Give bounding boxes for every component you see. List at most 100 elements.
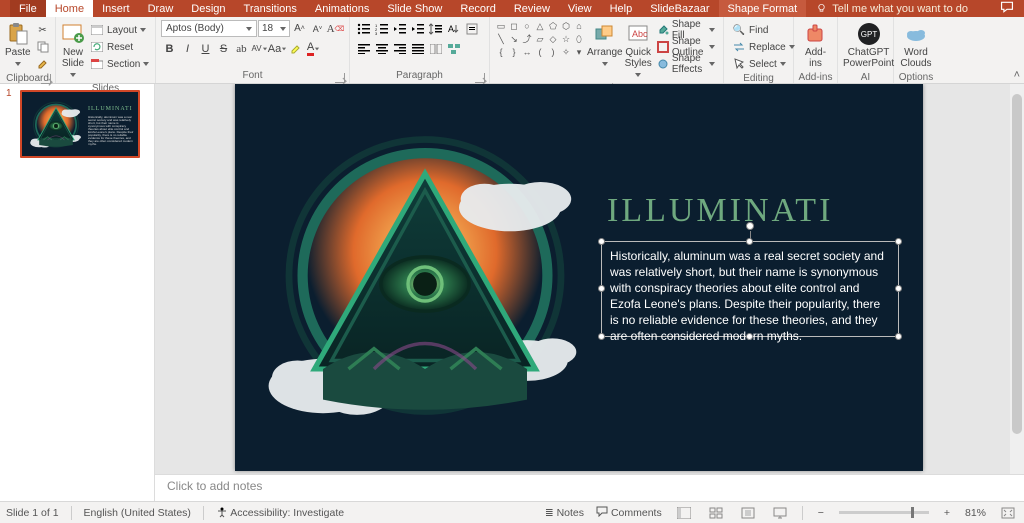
status-language[interactable]: English (United States) (84, 507, 191, 519)
quick-styles-button[interactable]: Abc Quick Styles (625, 20, 652, 82)
addins-button[interactable]: Add-ins (799, 20, 832, 71)
font-name-combo[interactable]: Aptos (Body) (161, 20, 257, 37)
slide-thumbnail-1[interactable]: 1 ILLUMINATI Historically, aluminum was … (8, 90, 146, 158)
collapse-ribbon-button[interactable]: ˄ (1014, 69, 1020, 81)
chatgpt-button[interactable]: GPT ChatGPT PowerPoint (843, 20, 894, 71)
format-painter-button[interactable] (33, 56, 53, 72)
tab-draw[interactable]: Draw (139, 0, 183, 17)
zoom-slider-handle[interactable] (911, 507, 914, 518)
resize-handle-s[interactable] (746, 333, 753, 340)
tab-shape-format[interactable]: Shape Format (719, 0, 807, 17)
section-button[interactable]: Section (87, 56, 152, 72)
rotate-handle[interactable] (746, 222, 754, 230)
resize-handle-ne[interactable] (895, 238, 902, 245)
cut-icon: ✂ (36, 23, 50, 37)
align-center-button[interactable] (373, 40, 390, 57)
layout-button[interactable]: Layout (87, 22, 152, 38)
shape-effects-button[interactable]: Shape Effects (654, 56, 718, 72)
change-case-button[interactable]: Aa (269, 40, 286, 57)
copy-button[interactable] (33, 39, 53, 55)
cut-button[interactable]: ✂ (33, 22, 53, 38)
comments-icon[interactable] (1000, 0, 1014, 17)
wordclouds-button[interactable]: Word Clouds (899, 20, 933, 71)
slide-viewport[interactable]: ILLUMINATI Historically, aluminum was a … (155, 84, 1024, 474)
font-color-button[interactable]: A (305, 40, 322, 57)
status-accessibility[interactable]: Accessibility: Investigate (216, 506, 344, 519)
slideshow-view-button[interactable] (770, 505, 790, 521)
tab-insert[interactable]: Insert (93, 0, 139, 17)
tab-animations[interactable]: Animations (306, 0, 378, 17)
slide-thumbnail-panel[interactable]: 1 ILLUMINATI Historically, aluminum was … (0, 84, 155, 501)
numbering-button[interactable]: 123 (373, 20, 390, 37)
tab-home[interactable]: Home (46, 0, 93, 17)
font-size-combo[interactable]: 18 (258, 20, 290, 37)
tab-slideshow[interactable]: Slide Show (378, 0, 451, 17)
resize-handle-se[interactable] (895, 333, 902, 340)
tab-transitions[interactable]: Transitions (235, 0, 306, 17)
underline-button[interactable]: U (197, 40, 214, 57)
resize-handle-n[interactable] (746, 238, 753, 245)
zoom-slider[interactable] (839, 511, 929, 514)
new-slide-button[interactable]: New Slide (61, 20, 85, 82)
bullets-button[interactable] (355, 20, 372, 37)
status-slide-number[interactable]: Slide 1 of 1 (6, 507, 59, 519)
tab-slidebazaar[interactable]: SlideBazaar (641, 0, 718, 17)
paste-button[interactable]: Paste (5, 20, 31, 71)
status-comments-button[interactable]: Comments (596, 506, 662, 519)
tab-design[interactable]: Design (182, 0, 234, 17)
arrange-button[interactable]: Arrange (587, 20, 623, 71)
zoom-in-button[interactable]: + (941, 507, 953, 519)
align-text-button[interactable] (463, 20, 480, 37)
replace-button[interactable]: Replace (729, 39, 798, 55)
scrollbar-thumb[interactable] (1012, 94, 1022, 434)
status-notes-button[interactable]: ≣ Notes (545, 507, 584, 519)
highlight-button[interactable] (287, 40, 304, 57)
resize-handle-e[interactable] (895, 285, 902, 292)
line-spacing-button[interactable] (427, 20, 444, 37)
justify-button[interactable] (409, 40, 426, 57)
text-direction-button[interactable]: A (445, 20, 462, 37)
resize-handle-sw[interactable] (598, 333, 605, 340)
tab-review[interactable]: Review (505, 0, 559, 17)
columns-button[interactable] (427, 40, 444, 57)
convert-smartart-button[interactable] (445, 40, 462, 57)
strike-button[interactable]: S (215, 40, 232, 57)
reset-button[interactable]: Reset (87, 39, 152, 55)
zoom-out-button[interactable]: − (815, 507, 827, 519)
resize-handle-nw[interactable] (598, 238, 605, 245)
zoom-value[interactable]: 81% (965, 507, 986, 519)
find-button[interactable]: 🔍Find (729, 22, 798, 38)
normal-view-button[interactable] (674, 505, 694, 521)
font-dialog-launcher[interactable] (335, 73, 345, 83)
slide-hero-image[interactable] (255, 114, 595, 454)
reading-view-button[interactable] (738, 505, 758, 521)
increase-indent-button[interactable] (409, 20, 426, 37)
resize-handle-w[interactable] (598, 285, 605, 292)
spacing-button[interactable]: AV (251, 40, 268, 57)
paragraph-dialog-launcher[interactable] (475, 73, 485, 83)
notes-pane[interactable]: Click to add notes (155, 474, 1024, 501)
clipboard-dialog-launcher[interactable] (41, 74, 51, 84)
tab-file[interactable]: File (10, 0, 46, 17)
select-button[interactable]: Select (729, 56, 798, 72)
decrease-indent-button[interactable] (391, 20, 408, 37)
align-left-button[interactable] (355, 40, 372, 57)
slide[interactable]: ILLUMINATI Historically, aluminum was a … (235, 84, 923, 471)
fit-to-window-button[interactable] (998, 505, 1018, 521)
tab-view[interactable]: View (559, 0, 601, 17)
clear-formatting-button[interactable]: A⌫ (327, 20, 344, 37)
tab-record[interactable]: Record (451, 0, 504, 17)
increase-font-button[interactable]: A˄ (291, 20, 308, 37)
shapes-gallery[interactable]: ▭◻○△⬠⬡⌂ ╲↘⤴▱◇☆⬯ {}↔()✧▾ (495, 20, 585, 58)
bold-button[interactable]: B (161, 40, 178, 57)
tell-me-search[interactable]: Tell me what you want to do (816, 3, 968, 15)
align-right-button[interactable] (391, 40, 408, 57)
decrease-font-button[interactable]: A˅ (309, 20, 326, 37)
vertical-scrollbar[interactable] (1010, 84, 1024, 474)
slide-textbox-selected[interactable]: Historically, aluminum was a real secret… (601, 241, 899, 337)
slide-title[interactable]: ILLUMINATI (607, 192, 833, 230)
shadow-button[interactable]: ab (233, 40, 250, 57)
sorter-view-button[interactable] (706, 505, 726, 521)
tab-help[interactable]: Help (601, 0, 642, 17)
italic-button[interactable]: I (179, 40, 196, 57)
